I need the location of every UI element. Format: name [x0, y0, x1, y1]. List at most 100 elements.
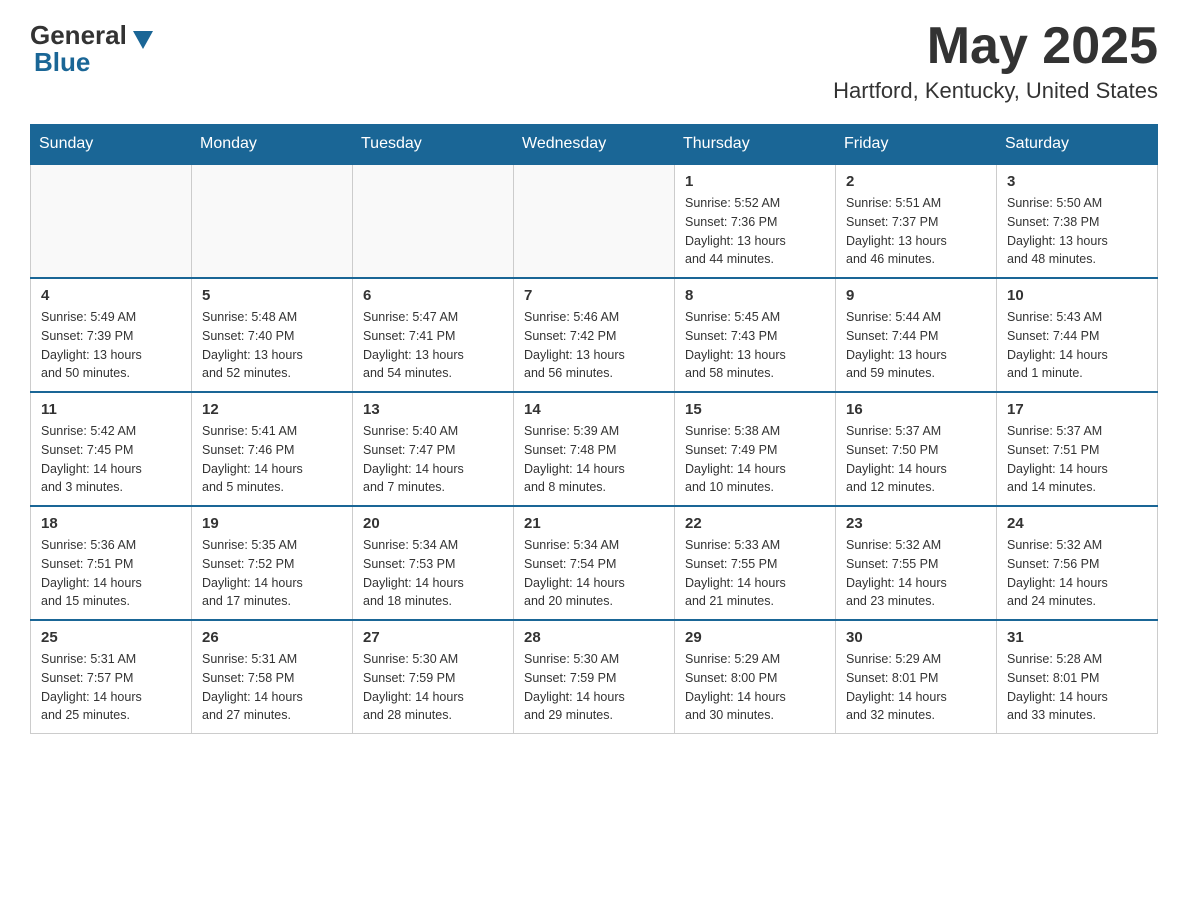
day-number: 22	[685, 515, 825, 532]
calendar-cell: 11Sunrise: 5:42 AMSunset: 7:45 PMDayligh…	[31, 392, 192, 506]
calendar-cell: 30 Sunrise: 5:29 AMSunset: 8:01 PMDayligh…	[836, 620, 997, 734]
calendar-cell	[353, 164, 514, 278]
day-number: 17	[1007, 401, 1147, 418]
day-info: Sunrise: 5:45 AMSunset: 7:43 PMDaylight:…	[685, 308, 825, 383]
day-info: Sunrise: 5:47 AMSunset: 7:41 PMDaylight:…	[363, 308, 503, 383]
day-of-week-header: Sunday	[31, 125, 192, 165]
calendar-cell: 25 Sunrise: 5:31 AMSunset: 7:57 PMDayligh…	[31, 620, 192, 734]
day-number: 9	[846, 287, 986, 304]
day-number: 25	[41, 629, 181, 646]
day-info: Sunrise: 5:29 AMSunset: 8:01 PMDaylight:…	[846, 650, 986, 725]
day-number: 1	[685, 173, 825, 190]
calendar-cell: 27 Sunrise: 5:30 AMSunset: 7:59 PMDayligh…	[353, 620, 514, 734]
calendar-cell: 12Sunrise: 5:41 AMSunset: 7:46 PMDayligh…	[192, 392, 353, 506]
calendar-cell: 18 Sunrise: 5:36 AMSunset: 7:51 PMDayligh…	[31, 506, 192, 620]
day-info: Sunrise: 5:52 AMSunset: 7:36 PMDaylight:…	[685, 194, 825, 269]
calendar-cell: 10 Sunrise: 5:43 AMSunset: 7:44 PMDayligh…	[997, 278, 1158, 392]
day-info: Sunrise: 5:34 AMSunset: 7:53 PMDaylight:…	[363, 536, 503, 611]
day-number: 8	[685, 287, 825, 304]
calendar-cell: 9 Sunrise: 5:44 AMSunset: 7:44 PMDaylight…	[836, 278, 997, 392]
calendar-cell: 1 Sunrise: 5:52 AMSunset: 7:36 PMDaylight…	[675, 164, 836, 278]
week-row: 25 Sunrise: 5:31 AMSunset: 7:57 PMDayligh…	[31, 620, 1158, 734]
day-info: Sunrise: 5:49 AMSunset: 7:39 PMDaylight:…	[41, 308, 181, 383]
day-info: Sunrise: 5:32 AMSunset: 7:56 PMDaylight:…	[1007, 536, 1147, 611]
week-row: 4 Sunrise: 5:49 AMSunset: 7:39 PMDaylight…	[31, 278, 1158, 392]
day-info: Sunrise: 5:30 AMSunset: 7:59 PMDaylight:…	[363, 650, 503, 725]
calendar-cell: 6Sunrise: 5:47 AMSunset: 7:41 PMDaylight…	[353, 278, 514, 392]
logo-blue-text: Blue	[34, 47, 90, 78]
day-number: 30	[846, 629, 986, 646]
calendar-cell: 28 Sunrise: 5:30 AMSunset: 7:59 PMDayligh…	[514, 620, 675, 734]
day-number: 7	[524, 287, 664, 304]
calendar-cell: 17Sunrise: 5:37 AMSunset: 7:51 PMDayligh…	[997, 392, 1158, 506]
day-number: 20	[363, 515, 503, 532]
day-number: 4	[41, 287, 181, 304]
day-of-week-header: Monday	[192, 125, 353, 165]
calendar-cell: 5 Sunrise: 5:48 AMSunset: 7:40 PMDaylight…	[192, 278, 353, 392]
day-number: 13	[363, 401, 503, 418]
day-number: 29	[685, 629, 825, 646]
calendar-cell	[31, 164, 192, 278]
logo-triangle-icon	[133, 31, 153, 49]
day-number: 28	[524, 629, 664, 646]
day-number: 5	[202, 287, 342, 304]
calendar-cell	[192, 164, 353, 278]
day-info: Sunrise: 5:51 AMSunset: 7:37 PMDaylight:…	[846, 194, 986, 269]
calendar-cell: 8 Sunrise: 5:45 AMSunset: 7:43 PMDaylight…	[675, 278, 836, 392]
calendar-cell: 4 Sunrise: 5:49 AMSunset: 7:39 PMDaylight…	[31, 278, 192, 392]
day-number: 18	[41, 515, 181, 532]
day-of-week-header: Wednesday	[514, 125, 675, 165]
calendar-cell: 31Sunrise: 5:28 AMSunset: 8:01 PMDayligh…	[997, 620, 1158, 734]
calendar-table: SundayMondayTuesdayWednesdayThursdayFrid…	[30, 124, 1158, 734]
month-title: May 2025	[833, 20, 1158, 72]
day-of-week-header: Saturday	[997, 125, 1158, 165]
day-of-week-header: Friday	[836, 125, 997, 165]
day-info: Sunrise: 5:35 AMSunset: 7:52 PMDaylight:…	[202, 536, 342, 611]
day-info: Sunrise: 5:29 AMSunset: 8:00 PMDaylight:…	[685, 650, 825, 725]
day-info: Sunrise: 5:44 AMSunset: 7:44 PMDaylight:…	[846, 308, 986, 383]
day-number: 12	[202, 401, 342, 418]
day-info: Sunrise: 5:39 AMSunset: 7:48 PMDaylight:…	[524, 422, 664, 497]
week-row: 1 Sunrise: 5:52 AMSunset: 7:36 PMDaylight…	[31, 164, 1158, 278]
day-info: Sunrise: 5:34 AMSunset: 7:54 PMDaylight:…	[524, 536, 664, 611]
week-row: 11Sunrise: 5:42 AMSunset: 7:45 PMDayligh…	[31, 392, 1158, 506]
calendar-cell: 21Sunrise: 5:34 AMSunset: 7:54 PMDayligh…	[514, 506, 675, 620]
title-area: May 2025 Hartford, Kentucky, United Stat…	[833, 20, 1158, 104]
calendar-cell: 13 Sunrise: 5:40 AMSunset: 7:47 PMDayligh…	[353, 392, 514, 506]
day-info: Sunrise: 5:38 AMSunset: 7:49 PMDaylight:…	[685, 422, 825, 497]
day-number: 2	[846, 173, 986, 190]
day-number: 26	[202, 629, 342, 646]
day-info: Sunrise: 5:33 AMSunset: 7:55 PMDaylight:…	[685, 536, 825, 611]
calendar-cell: 7 Sunrise: 5:46 AMSunset: 7:42 PMDaylight…	[514, 278, 675, 392]
day-number: 11	[41, 401, 181, 418]
day-info: Sunrise: 5:31 AMSunset: 7:58 PMDaylight:…	[202, 650, 342, 725]
day-info: Sunrise: 5:40 AMSunset: 7:47 PMDaylight:…	[363, 422, 503, 497]
day-info: Sunrise: 5:48 AMSunset: 7:40 PMDaylight:…	[202, 308, 342, 383]
calendar-cell: 2 Sunrise: 5:51 AMSunset: 7:37 PMDaylight…	[836, 164, 997, 278]
day-of-week-header: Thursday	[675, 125, 836, 165]
day-info: Sunrise: 5:32 AMSunset: 7:55 PMDaylight:…	[846, 536, 986, 611]
day-info: Sunrise: 5:31 AMSunset: 7:57 PMDaylight:…	[41, 650, 181, 725]
day-number: 16	[846, 401, 986, 418]
location-title: Hartford, Kentucky, United States	[833, 78, 1158, 104]
day-number: 27	[363, 629, 503, 646]
calendar-cell: 22 Sunrise: 5:33 AMSunset: 7:55 PMDayligh…	[675, 506, 836, 620]
page-header: General Blue May 2025 Hartford, Kentucky…	[30, 20, 1158, 104]
calendar-cell: 3Sunrise: 5:50 AMSunset: 7:38 PMDaylight…	[997, 164, 1158, 278]
day-number: 24	[1007, 515, 1147, 532]
day-info: Sunrise: 5:50 AMSunset: 7:38 PMDaylight:…	[1007, 194, 1147, 269]
calendar-cell: 26 Sunrise: 5:31 AMSunset: 7:58 PMDayligh…	[192, 620, 353, 734]
calendar-header-row: SundayMondayTuesdayWednesdayThursdayFrid…	[31, 125, 1158, 165]
day-info: Sunrise: 5:30 AMSunset: 7:59 PMDaylight:…	[524, 650, 664, 725]
day-info: Sunrise: 5:43 AMSunset: 7:44 PMDaylight:…	[1007, 308, 1147, 383]
calendar-cell: 20 Sunrise: 5:34 AMSunset: 7:53 PMDayligh…	[353, 506, 514, 620]
calendar-cell: 15Sunrise: 5:38 AMSunset: 7:49 PMDayligh…	[675, 392, 836, 506]
day-number: 31	[1007, 629, 1147, 646]
day-number: 14	[524, 401, 664, 418]
day-number: 19	[202, 515, 342, 532]
day-info: Sunrise: 5:36 AMSunset: 7:51 PMDaylight:…	[41, 536, 181, 611]
calendar-cell: 23Sunrise: 5:32 AMSunset: 7:55 PMDayligh…	[836, 506, 997, 620]
day-number: 10	[1007, 287, 1147, 304]
day-info: Sunrise: 5:46 AMSunset: 7:42 PMDaylight:…	[524, 308, 664, 383]
day-info: Sunrise: 5:37 AMSunset: 7:50 PMDaylight:…	[846, 422, 986, 497]
